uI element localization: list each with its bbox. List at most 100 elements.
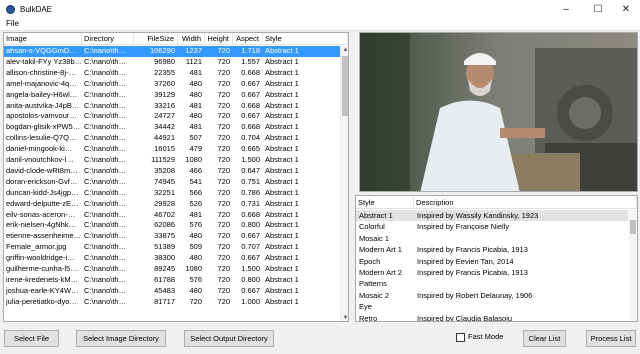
table-row[interactable]: etienne-assenheime… C:\nano\th… 33875 480 72…	[4, 231, 340, 242]
scroll-up-icon[interactable]: ▲	[342, 46, 348, 54]
style-row[interactable]: Mosaic 2 Inspired by Robert Delaunay, 190…	[356, 290, 628, 301]
cell-aspect: 1.718	[241, 46, 260, 55]
fast-mode-checkbox[interactable]	[456, 333, 465, 342]
column-header-directory[interactable]: Directory	[82, 33, 134, 45]
table-row[interactable]: david-clode-wRt8m… C:\nano\th… 35208 466 720…	[4, 166, 340, 177]
column-header-description[interactable]: Description	[414, 196, 637, 209]
cell-style-name: Eye	[359, 302, 372, 312]
cell-aspect: 0.751	[241, 176, 260, 186]
select-output-directory-button[interactable]: Select Output Directory	[184, 330, 274, 347]
style-scroll-thumb[interactable]	[630, 220, 636, 234]
cell-directory: C:\nano\th…	[84, 285, 127, 295]
style-row[interactable]: Epoch Inspired by Eevien Tan, 2014	[356, 256, 628, 267]
table-row[interactable]: bogdan-glisik-xPW5… C:\nano\th… 34442 481 72…	[4, 122, 340, 133]
table-row[interactable]: duncan-kidd-Js4jgp… C:\nano\th… 32251 566 72…	[4, 188, 340, 199]
window-title: BulkDAE	[20, 4, 53, 14]
table-row[interactable]: daniel-mingook-ki… C:\nano\th… 16015 479 720…	[4, 144, 340, 155]
table-row[interactable]: danil-vnoutchkov-l… C:\nano\th… 111529 1080…	[4, 155, 340, 166]
table-row[interactable]: eilv-sonas-aceron-… C:\nano\th… 46702 481 72…	[4, 210, 340, 221]
column-header-image[interactable]: Image	[4, 33, 82, 45]
cell-height: 720	[217, 133, 230, 143]
cell-image: duncan-kidd-Js4jgp…	[6, 187, 79, 197]
cell-style: Abstract 1	[265, 242, 299, 252]
table-row[interactable]: ahsan-s-VQGGmD… C:\nano\th… 106290 1237 720 1…	[4, 46, 340, 57]
cell-width: 507	[189, 133, 202, 143]
table-row[interactable]: alev-takil-FYy Yz38b… C:\nano\th… 96980 112…	[4, 57, 340, 68]
cell-filesize: 16015	[154, 144, 175, 154]
table-row[interactable]: allison-christine-8j-… C:\nano\th… 22355 48…	[4, 68, 340, 79]
column-header-style-name[interactable]: Style	[356, 196, 414, 209]
scroll-thumb[interactable]	[342, 56, 348, 116]
minimize-button[interactable]: –	[552, 0, 580, 18]
cell-aspect: 0.731	[241, 198, 260, 208]
style-row[interactable]: Abstract 1 Inspired by Wassily Kandinsky,…	[356, 210, 628, 222]
cell-style-name: Retro	[359, 313, 378, 322]
style-row[interactable]: Patterns	[356, 278, 628, 289]
cell-aspect: 0.668	[241, 209, 260, 219]
maximize-button[interactable]: ☐	[584, 0, 612, 18]
cell-image: allison-christine-8j-…	[6, 67, 77, 77]
table-row[interactable]: amel-majanovic-4q… C:\nano\th… 37260 480 720…	[4, 79, 340, 90]
menu-file[interactable]: File	[6, 19, 19, 28]
cell-directory: C:\nano\th…	[84, 133, 127, 143]
cell-height: 720	[217, 100, 230, 110]
column-header-height[interactable]: Height	[205, 33, 233, 45]
table-row[interactable]: irene-kredenets-kM… C:\nano\th… 61788 576 72…	[4, 275, 340, 286]
table-row[interactable]: griffin-wooldridge-i… C:\nano\th… 38300 480…	[4, 253, 340, 264]
cell-image: etienne-assenheime…	[6, 231, 82, 241]
style-row[interactable]: Colorful Inspired by Françoise Nielly	[356, 221, 628, 232]
cell-height: 720	[217, 242, 230, 252]
cell-height: 720	[217, 231, 230, 241]
cell-image: joshua-earle-KY4W…	[6, 285, 79, 295]
style-row[interactable]: Mosaic 1	[356, 233, 628, 244]
table-row[interactable]: apostolos-vamvour… C:\nano\th… 24727 480 720…	[4, 111, 340, 122]
table-row[interactable]: guilherme-cunha-l5… C:\nano\th… 89245 1080 7…	[4, 264, 340, 275]
table-row[interactable]: julia-peretiatko-dyo… C:\nano\th… 81717 720…	[4, 297, 340, 308]
cell-directory: C:\nano\th…	[84, 264, 127, 273]
table-scrollbar[interactable]: ▲ ▼	[340, 46, 348, 321]
style-scrollbar[interactable]	[629, 210, 637, 321]
cell-directory: C:\nano\th…	[84, 89, 127, 99]
cell-filesize: 62086	[154, 220, 175, 230]
cell-height: 720	[217, 187, 230, 197]
cell-height: 720	[217, 46, 230, 55]
table-row[interactable]: Female_armor.jpg C:\nano\th… 51389 509 720 0.…	[4, 242, 340, 253]
column-header-aspect[interactable]: Aspect	[233, 33, 263, 45]
style-row[interactable]: Eye	[356, 301, 628, 312]
cell-height: 720	[217, 165, 230, 175]
cell-filesize: 33875	[154, 231, 175, 241]
style-table-body: Abstract 1 Inspired by Wassily Kandinsky,…	[356, 210, 628, 322]
cell-width: 526	[189, 198, 202, 208]
style-row[interactable]: Modern Art 1 Inspired by Francis Picabia,…	[356, 244, 628, 255]
cell-height: 720	[217, 285, 230, 295]
cell-image: Female_armor.jpg	[6, 242, 67, 252]
process-list-button[interactable]: Process List	[586, 330, 636, 347]
select-image-directory-button[interactable]: Select Image Directory	[76, 330, 166, 347]
clear-list-button[interactable]: Clear List	[523, 330, 566, 347]
cell-image: eilv-sonas-aceron-…	[6, 209, 76, 219]
column-header-style[interactable]: Style	[263, 33, 348, 45]
cell-filesize: 61788	[154, 274, 175, 284]
preview-photo	[360, 33, 637, 191]
cell-directory: C:\nano\th…	[84, 165, 127, 175]
table-row[interactable]: anita-austvika-J4pB… C:\nano\th… 33216 481 7…	[4, 101, 340, 112]
column-header-filesize[interactable]: FileSize	[134, 33, 178, 45]
table-row[interactable]: joshua-earle-KY4W… C:\nano\th… 45483 480 720…	[4, 286, 340, 297]
cell-height: 720	[217, 296, 230, 306]
cell-image: erik-nielsen-4gNhk…	[6, 220, 77, 230]
cell-image: ahsan-s-VQGGmD…	[6, 46, 77, 55]
table-row[interactable]: erik-nielsen-4gNhk… C:\nano\th… 62086 576 72…	[4, 220, 340, 231]
scroll-down-icon[interactable]: ▼	[342, 314, 348, 321]
table-row[interactable]: doran-erickson-Gvf… C:\nano\th… 74945 541 72…	[4, 177, 340, 188]
close-button[interactable]: ✕	[612, 0, 640, 18]
cell-width: 576	[189, 220, 202, 230]
select-file-button[interactable]: Select File	[4, 330, 59, 347]
column-header-width[interactable]: Width	[178, 33, 205, 45]
cell-description: Inspired by Francis Picabia, 1913	[417, 245, 528, 255]
style-row[interactable]: Retro Inspired by Claudia Balasoiu	[356, 313, 628, 322]
table-row[interactable]: angela-bailey-H6wl… C:\nano\th… 39129 480 72…	[4, 90, 340, 101]
table-row[interactable]: collins-lesulie-Q7Q… C:\nano\th… 44921 507 7…	[4, 133, 340, 144]
style-row[interactable]: Modern Art 2 Inspired by Francis Picabia,…	[356, 267, 628, 278]
table-row[interactable]: edward-delputte-zE… C:\nano\th… 29928 526 72…	[4, 199, 340, 210]
app-icon	[6, 4, 15, 14]
